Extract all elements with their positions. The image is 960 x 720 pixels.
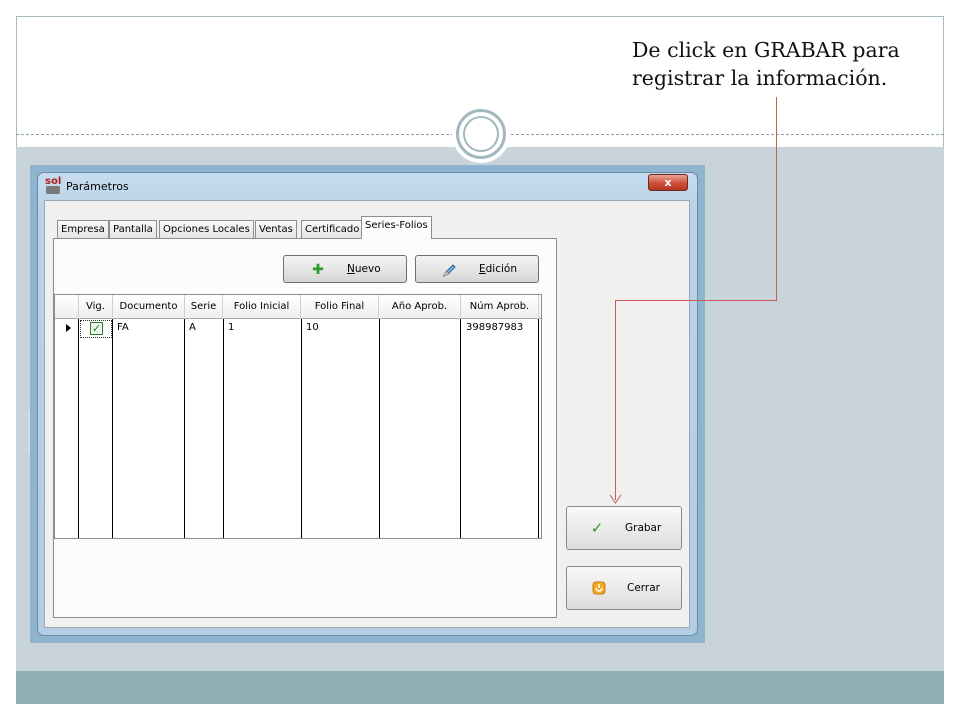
tab-label: Empresa — [61, 224, 105, 235]
annotation-line-down — [615, 300, 616, 500]
annotation-line-vertical — [776, 97, 777, 301]
edicion-label: Edición — [479, 263, 517, 275]
column-header-vig[interactable]: Vig. — [79, 295, 113, 319]
tab-pantalla[interactable]: Pantalla — [109, 220, 157, 238]
edicion-button[interactable]: Edición — [415, 255, 539, 283]
tab-empresa[interactable]: Empresa — [57, 220, 109, 238]
annotation-arrowhead-icon — [609, 494, 622, 504]
caption-line-2: registrar la información. — [632, 66, 888, 90]
instruction-caption: De click en GRABAR para registrar la inf… — [632, 36, 932, 92]
tab-certificado[interactable]: Certificado — [301, 220, 364, 238]
grid-column-separator — [538, 319, 539, 538]
grid-column-separator — [78, 319, 79, 538]
row-header-corner — [55, 295, 79, 319]
close-button[interactable]: x — [648, 174, 688, 191]
slide-ornament-inner-ring — [463, 116, 499, 152]
cell-num-aprob[interactable]: 398987983 — [466, 322, 523, 333]
cerrar-label: Cerrar — [627, 582, 660, 594]
current-row-indicator-icon — [66, 324, 71, 332]
vig-checkbox[interactable]: ✓ — [90, 322, 103, 335]
cell-folio-final[interactable]: 10 — [306, 322, 319, 333]
slide-footer-bar — [16, 671, 944, 704]
tab-label: Certificado — [305, 224, 360, 235]
column-header-serie[interactable]: Serie — [185, 295, 223, 319]
grabar-label: Grabar — [625, 522, 662, 534]
cell-folio-inicial[interactable]: 1 — [228, 322, 234, 333]
tab-series-folios[interactable]: Series-Folios — [361, 216, 432, 239]
nuevo-label: Nuevo — [347, 263, 381, 275]
dialog-title: Parámetros — [66, 180, 129, 193]
annotation-line-horizontal — [615, 300, 777, 301]
tab-ventas[interactable]: Ventas — [255, 220, 297, 238]
tab-label: Pantalla — [113, 224, 153, 235]
plus-icon: ✚ — [312, 262, 324, 278]
close-icon: x — [664, 176, 672, 189]
tab-label: Opciones Locales — [163, 224, 250, 235]
nuevo-button[interactable]: ✚ Nuevo — [283, 255, 407, 283]
exit-icon — [591, 580, 607, 596]
grid-column-separator — [184, 319, 185, 538]
caption-line-1: De click en GRABAR para — [632, 38, 900, 62]
column-header-num-aprob[interactable]: Núm Aprob. — [461, 295, 539, 319]
grid-column-separator — [379, 319, 380, 538]
column-header-anio-aprob[interactable]: Año Aprob. — [379, 295, 461, 319]
sol-app-icon: sol — [44, 176, 62, 195]
cell-serie[interactable]: A — [189, 322, 196, 333]
cell-documento[interactable]: FA — [117, 322, 129, 333]
column-header-documento[interactable]: Documento — [113, 295, 185, 319]
grabar-button[interactable]: ✓ Grabar — [566, 506, 682, 550]
tab-label: Ventas — [259, 224, 293, 235]
column-header-folio-final[interactable]: Folio Final — [301, 295, 379, 319]
tab-opciones-locales[interactable]: Opciones Locales — [159, 220, 254, 238]
tab-label: Series-Folios — [365, 220, 428, 231]
column-header-folio-inicial[interactable]: Folio Inicial — [223, 295, 301, 319]
grid-column-separator — [223, 319, 224, 538]
grid-header: Vig. Documento Serie Folio Inicial Folio… — [55, 295, 541, 319]
checkmark-icon: ✓ — [590, 519, 604, 537]
grid-column-separator — [460, 319, 461, 538]
cerrar-button[interactable]: Cerrar — [566, 566, 682, 610]
grid-column-separator — [112, 319, 113, 538]
grid-column-separator — [301, 319, 302, 538]
pencil-icon — [442, 262, 458, 278]
